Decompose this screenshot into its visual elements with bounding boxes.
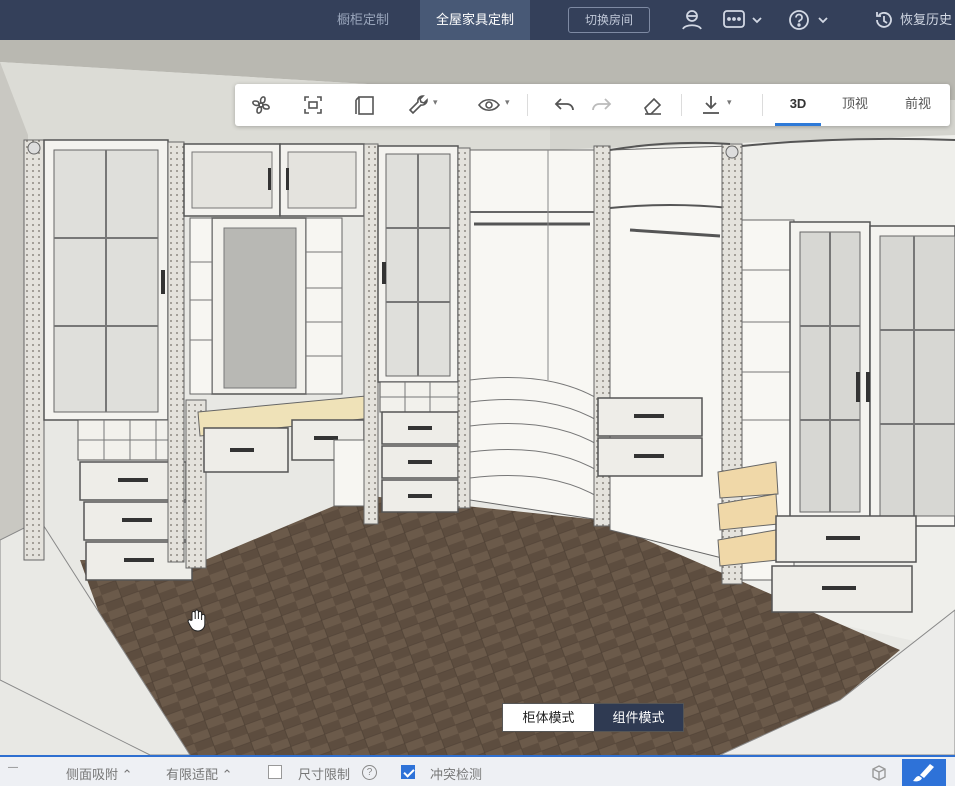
status-bar: — 侧面吸附 ⌃ 有限适配 ⌃ 尺寸限制 ? 冲突检测 [0, 755, 955, 786]
eye-icon[interactable] [475, 91, 503, 119]
chevron-up-icon: ⌃ [121, 767, 133, 782]
user-icon[interactable] [680, 8, 704, 32]
help-menu-icon[interactable] [787, 8, 831, 32]
toolbar-divider [681, 94, 682, 116]
wrench-icon[interactable] [405, 91, 433, 119]
size-limit-checkbox[interactable] [268, 765, 282, 779]
app-window: 橱柜定制 全屋家具定制 切换房间 恢复历史 ▾ ▾ ▾ 3D 顶视 前视 柜体模… [0, 0, 955, 786]
restore-history-label: 恢复历史 [900, 12, 953, 27]
view-tab-3d[interactable]: 3D [775, 84, 821, 126]
redo-icon[interactable] [587, 91, 615, 119]
help-icon[interactable]: ? [362, 765, 377, 780]
cabinet-mode-button[interactable]: 柜体模式 [503, 704, 594, 731]
side-snap-label: 侧面吸附 [66, 767, 119, 782]
download-dropdown-caret-icon[interactable]: ▾ [727, 97, 732, 108]
eye-dropdown-caret-icon[interactable]: ▾ [505, 97, 510, 108]
collision-check-checkbox[interactable] [401, 765, 415, 779]
chat-menu-icon[interactable] [722, 8, 764, 32]
collision-check-label: 冲突检测 [430, 767, 483, 782]
chevron-up-icon: ⌃ [221, 767, 233, 782]
3d-viewport[interactable]: ▾ ▾ ▾ 3D 顶视 前视 [0, 40, 955, 755]
size-limit-label: 尺寸限制 [298, 767, 351, 782]
switch-room-button[interactable]: 切换房间 [568, 7, 650, 33]
component-mode-button[interactable]: 组件模式 [594, 704, 683, 731]
tab-cabinet-custom[interactable]: 橱柜定制 [322, 0, 404, 40]
focus-frame-icon[interactable] [299, 91, 327, 119]
view-tab-front[interactable]: 前视 [895, 84, 941, 126]
wrench-dropdown-caret-icon[interactable]: ▾ [433, 97, 438, 108]
mode-switch: 柜体模式 组件模式 [502, 703, 684, 732]
status-bar-marker: — [8, 762, 18, 773]
cube-icon[interactable] [870, 764, 888, 782]
brush-icon [913, 764, 934, 782]
toolbar-divider [527, 94, 528, 116]
limited-fit-dropdown[interactable]: 有限适配 ⌃ [166, 764, 233, 783]
tab-whole-house-custom[interactable]: 全屋家具定制 [420, 0, 530, 40]
download-icon[interactable] [697, 91, 725, 119]
brush-tool-button[interactable] [902, 759, 946, 786]
view-toolbar: ▾ ▾ ▾ 3D 顶视 前视 [235, 84, 950, 126]
toolbar-divider [762, 94, 763, 116]
side-snap-dropdown[interactable]: 侧面吸附 ⌃ [66, 764, 133, 783]
view-tab-top[interactable]: 顶视 [832, 84, 878, 126]
undo-icon[interactable] [551, 91, 579, 119]
limited-fit-label: 有限适配 [166, 767, 219, 782]
rotate-cabinet-icon[interactable] [351, 91, 379, 119]
eraser-icon[interactable] [639, 91, 667, 119]
wardrobe-3d-scene [0, 40, 955, 755]
fan-icon[interactable] [247, 91, 275, 119]
top-bar: 橱柜定制 全屋家具定制 切换房间 恢复历史 [0, 0, 955, 40]
clock-history-icon [876, 12, 892, 28]
